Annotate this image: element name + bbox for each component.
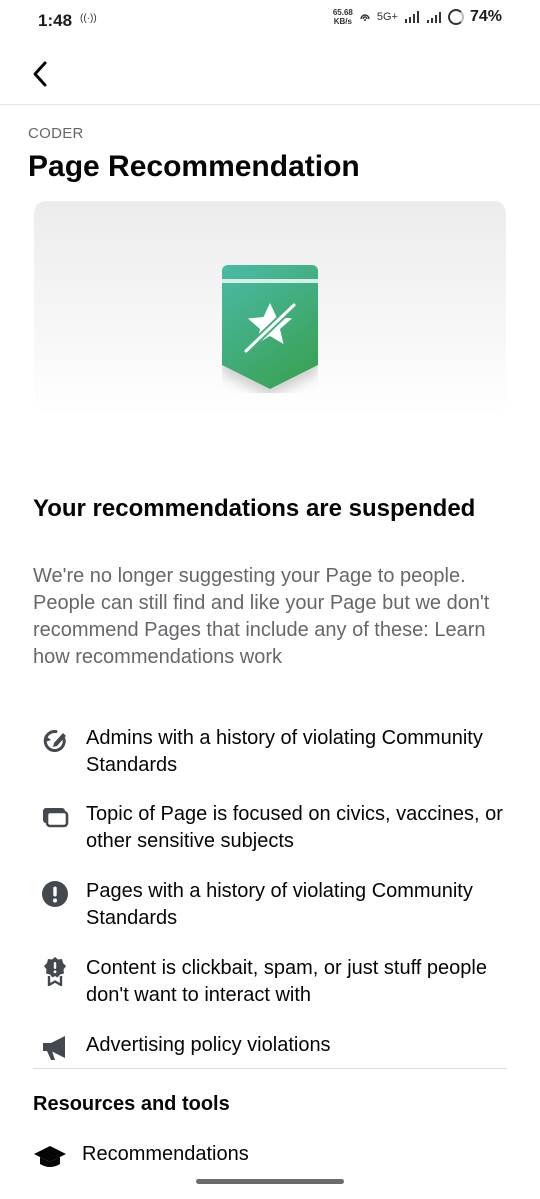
resources-title: Resources and tools bbox=[33, 1093, 230, 1115]
home-indicator[interactable] bbox=[196, 1179, 344, 1184]
section-divider bbox=[33, 1068, 507, 1069]
hero-illustration bbox=[34, 201, 506, 416]
resource-label: Recommendations bbox=[82, 1143, 249, 1165]
reason-text: Advertising policy violations bbox=[86, 1034, 331, 1056]
suspension-headline: Your recommendations are suspended bbox=[33, 495, 476, 522]
status-indicators: 65.68 KB/s 5G+ 74% bbox=[333, 8, 502, 26]
nfc-icon bbox=[360, 14, 370, 21]
network-speed-value: 65.68 bbox=[332, 8, 353, 17]
reason-text: Content is clickbait, spam, or just stuf… bbox=[86, 957, 487, 1006]
signal-icon-2 bbox=[426, 12, 441, 23]
network-type: 5G+ bbox=[376, 11, 398, 23]
cards-icon bbox=[40, 802, 70, 832]
page-title: Page Recommendation bbox=[28, 150, 360, 183]
status-bar: 1:48 ((·)) 65.68 KB/s 5G+ 74% bbox=[0, 0, 540, 44]
chevron-left-icon bbox=[33, 61, 47, 87]
header-divider bbox=[0, 104, 540, 105]
reason-text: Admins with a history of violating Commu… bbox=[86, 727, 483, 776]
refresh-pencil-icon bbox=[40, 726, 70, 756]
signal-icon-1 bbox=[404, 11, 419, 23]
page-name: CODER bbox=[28, 125, 84, 142]
battery-level: 74% bbox=[469, 8, 502, 25]
hotspot-icon: ((·)) bbox=[80, 13, 97, 24]
reason-text: Topic of Page is focused on civics, vacc… bbox=[86, 803, 503, 852]
resource-item-recommendations[interactable]: Recommendations bbox=[0, 1138, 540, 1178]
status-time: 1:48 bbox=[38, 11, 73, 30]
battery-icon bbox=[447, 9, 464, 25]
badge-alert-icon bbox=[40, 956, 70, 986]
graduation-cap-icon bbox=[34, 1146, 66, 1167]
network-speed-unit: KB/s bbox=[333, 17, 352, 26]
exclamation-circle-icon bbox=[40, 879, 70, 909]
megaphone-icon bbox=[40, 1033, 70, 1063]
suspension-description: We're no longer suggesting your Page to … bbox=[33, 565, 490, 668]
star-slashed-badge-icon bbox=[222, 265, 318, 389]
back-button[interactable] bbox=[24, 58, 56, 90]
network-speed: 65.68 KB/s bbox=[333, 8, 353, 26]
reason-text: Pages with a history of violating Commun… bbox=[86, 880, 473, 929]
